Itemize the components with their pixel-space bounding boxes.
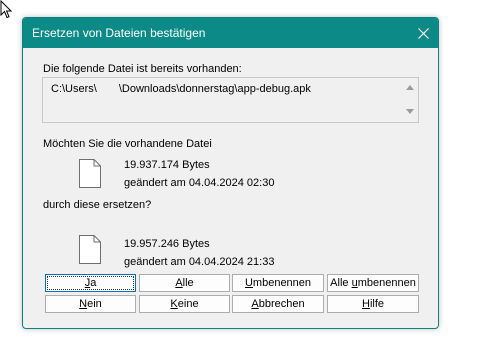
existing-file-size: 19.937.174 Bytes [124,159,210,171]
existing-file-info: 19.937.174 Bytes geändert am 04.04.2024 … [124,156,274,192]
close-button[interactable] [408,18,438,48]
yes-button-label: a [90,277,97,289]
rename-button[interactable]: Umbenennen [232,274,324,292]
rename-button-mnemonic: U [244,277,253,289]
existing-file-question: Möchten Sie die vorhandene Datei [43,138,212,150]
existing-file-date: geändert am 04.04.2024 02:30 [124,177,275,189]
file-path-suffix: \Downloads\donnerstag\app-debug.apk [118,83,311,95]
rename-button-label: mbenennen [252,277,312,289]
confirm-file-replace-dialog: Ersetzen von Dateien bestätigen Die folg… [22,17,439,329]
new-file-size: 19.957.246 Bytes [124,238,210,250]
close-icon [417,27,429,39]
yes-to-all-button[interactable]: Alle [139,274,230,292]
file-path-prefix: C:\Users\ [51,83,97,95]
file-path: C:\Users\ \Downloads\donnerstag\app-debug… [51,83,311,95]
file-icon [79,159,101,188]
rename-all-button[interactable]: Alle u mbenennen [327,274,419,292]
yes-to-all-button-mnemonic: A [175,277,183,289]
redacted-username [96,83,119,95]
scroll-down-arrow-icon[interactable] [406,109,414,114]
help-button-label: ilfe [369,298,384,310]
existing-file-label: Die folgende Datei ist bereits vorhanden… [43,63,242,75]
rename-all-button-prefix: Alle [330,277,352,289]
rename-all-button-label: mbenennen [357,277,416,289]
yes-button[interactable]: Ja [45,274,136,292]
no-button[interactable]: Nein [45,295,136,313]
new-file-date: geändert am 04.04.2024 21:33 [124,256,275,268]
dialog-body: Die folgende Datei ist bereits vorhanden… [23,48,438,328]
path-scrollbar[interactable] [403,78,418,122]
cancel-button[interactable]: Abbrechen [232,295,324,313]
no-button-label: ein [87,298,102,310]
file-path-box[interactable]: C:\Users\ \Downloads\donnerstag\app-debug… [42,77,419,123]
replace-question: durch diese ersetzen? [43,199,152,211]
dialog-title: Ersetzen von Dateien bestätigen [32,26,206,40]
no-to-all-button[interactable]: Keine [139,295,230,313]
scroll-up-arrow-icon[interactable] [406,85,414,90]
no-to-all-button-mnemonic: K [170,298,178,310]
no-button-mnemonic: N [79,298,88,310]
cancel-button-label: bbrechen [258,298,305,310]
cancel-button-mnemonic: A [251,298,259,310]
help-button-mnemonic: H [361,298,370,310]
new-file-info: 19.957.246 Bytes geändert am 04.04.2024 … [124,235,274,271]
file-icon [79,235,101,264]
dialog-titlebar: Ersetzen von Dateien bestätigen [23,18,438,48]
help-button[interactable]: Hilfe [327,295,419,313]
yes-to-all-button-label: lle [182,277,194,289]
no-to-all-button-label: eine [177,298,199,310]
mouse-cursor-icon [0,0,13,19]
